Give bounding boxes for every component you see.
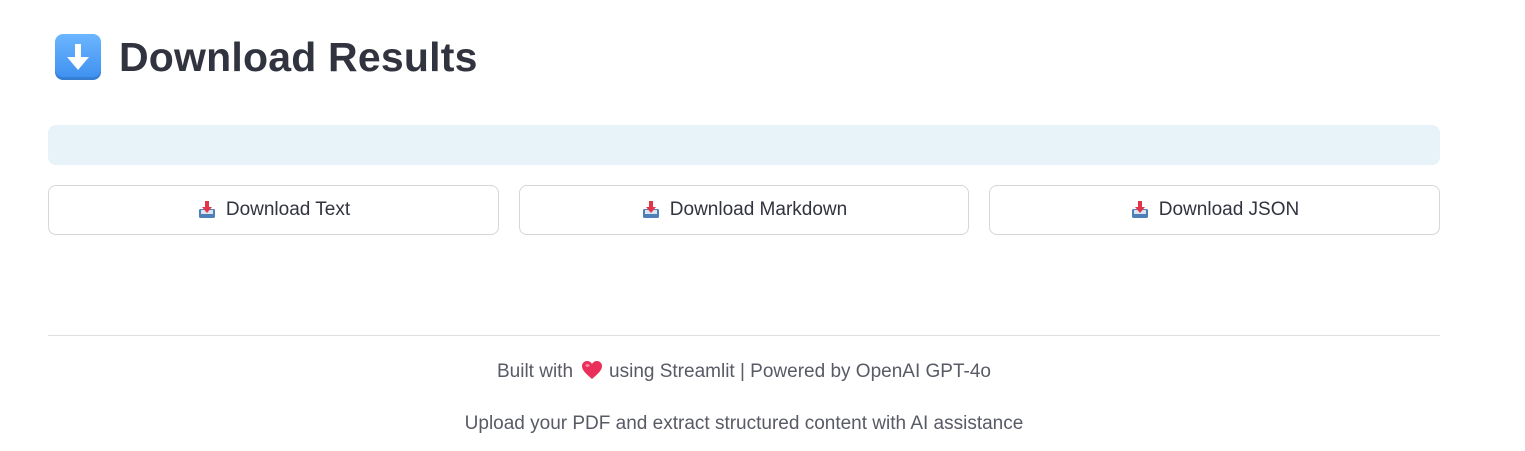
inbox-tray-icon: [641, 200, 661, 220]
footer-credits: Built with using Streamlit | Powered by O…: [48, 359, 1440, 385]
page-header: Download Results: [55, 33, 478, 81]
download-json-button[interactable]: Download JSON: [989, 185, 1440, 235]
download-markdown-label: Download Markdown: [669, 199, 848, 220]
download-markdown-button[interactable]: Download Markdown: [519, 185, 969, 235]
heart-icon: [581, 360, 603, 380]
info-banner: [48, 125, 1440, 165]
footer-tagline: Upload your PDF and extract structured c…: [464, 413, 1024, 434]
footer-powered-by: using Streamlit | Powered by OpenAI GPT-…: [609, 361, 991, 382]
download-text-label: Download Text: [225, 199, 351, 220]
download-text-button[interactable]: Download Text: [48, 185, 499, 235]
download-button-row: Download Text Download Markdown Download…: [48, 185, 1440, 235]
inbox-tray-icon: [197, 200, 217, 220]
page: Download Results Download Text Download …: [0, 0, 1525, 451]
down-arrow-icon: [55, 34, 101, 80]
inbox-tray-icon: [1130, 200, 1150, 220]
download-json-label: Download JSON: [1158, 199, 1300, 220]
page-title: Download Results: [119, 34, 478, 80]
footer-divider: [48, 335, 1440, 336]
footer-built-with: Built with: [497, 361, 574, 382]
